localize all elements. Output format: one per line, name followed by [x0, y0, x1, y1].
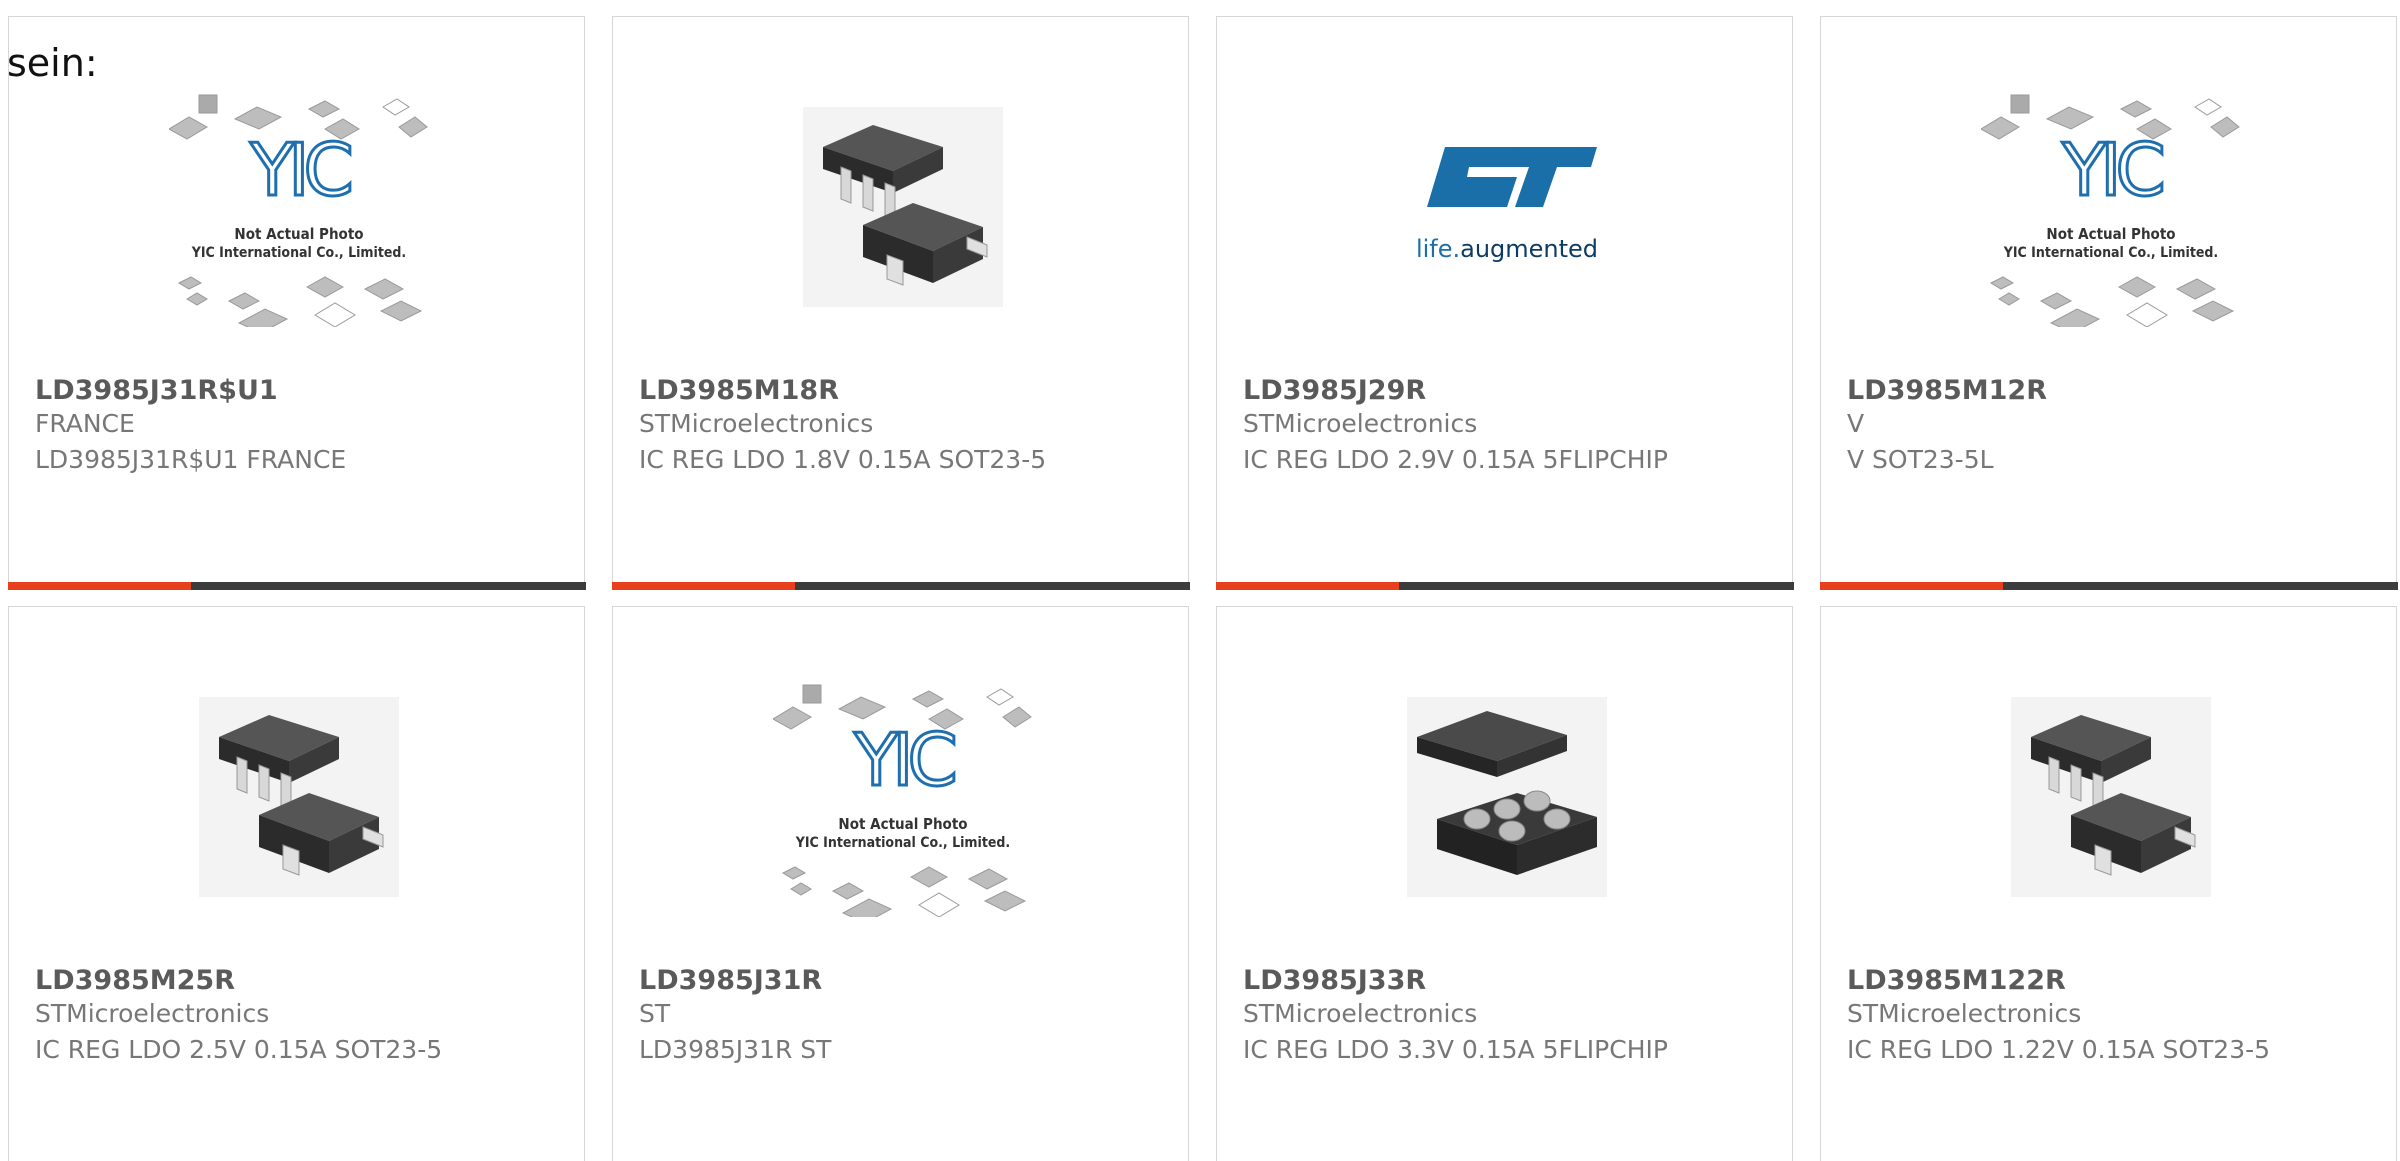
placeholder-line2: YIC International Co., Limited. [2003, 245, 2218, 261]
product-part-number[interactable]: LD3985J31R [639, 965, 822, 996]
product-description: LD3985J31R$U1 FRANCE [35, 445, 347, 474]
product-image[interactable]: YIC Not Actual Photo YIC International C… [169, 87, 429, 327]
product-manufacturer: STMicroelectronics [1243, 409, 1478, 438]
product-part-number[interactable]: LD3985J31R$U1 [35, 375, 278, 406]
product-description: IC REG LDO 3.3V 0.15A 5FLIPCHIP [1243, 1035, 1668, 1064]
placeholder-line1: Not Actual Photo [234, 225, 363, 243]
st-tagline-augmented: augmented [1460, 235, 1598, 263]
product-part-number[interactable]: LD3985J33R [1243, 965, 1426, 996]
product-card[interactable]: LD3985J33R STMicroelectronics IC REG LDO… [1216, 606, 1793, 1161]
product-description: IC REG LDO 2.9V 0.15A 5FLIPCHIP [1243, 445, 1668, 474]
svg-text:YIC: YIC [2061, 128, 2162, 212]
card-accent-bar [1215, 581, 1794, 590]
product-description: LD3985J31R ST [639, 1035, 832, 1064]
st-logo-image: life.augmented [1416, 147, 1598, 263]
product-image[interactable] [1981, 677, 2241, 917]
yic-placeholder-image: YIC Not Actual Photo YIC International C… [773, 684, 1032, 917]
sot23-package-image [2011, 697, 2211, 897]
product-description: IC REG LDO 1.22V 0.15A SOT23-5 [1847, 1035, 2271, 1064]
product-description: IC REG LDO 1.8V 0.15A SOT23-5 [639, 445, 1047, 474]
product-manufacturer: STMicroelectronics [1847, 999, 2082, 1028]
product-manufacturer: ST [639, 999, 671, 1028]
product-image[interactable]: YIC Not Actual Photo YIC International C… [1981, 87, 2241, 327]
card-accent-bar [1819, 581, 2398, 590]
product-manufacturer: FRANCE [35, 409, 135, 438]
product-card[interactable]: LD3985M18R STMicroelectronics IC REG LDO… [611, 16, 1190, 590]
placeholder-line2: YIC International Co., Limited. [191, 245, 406, 261]
product-image[interactable] [1377, 677, 1637, 917]
product-manufacturer: STMicroelectronics [639, 409, 874, 438]
product-image[interactable]: life.augmented [1377, 87, 1637, 327]
svg-text:YIC: YIC [853, 718, 954, 802]
product-part-number[interactable]: LD3985M18R [639, 375, 839, 406]
st-tagline-life: life. [1416, 235, 1460, 263]
sot23-package-image [199, 697, 399, 897]
product-image[interactable]: YIC Not Actual Photo YIC International C… [773, 677, 1033, 917]
sot23-package-image [803, 107, 1003, 307]
svg-text:YIC: YIC [249, 128, 350, 212]
product-part-number[interactable]: LD3985J29R [1243, 375, 1426, 406]
flipchip-package-image [1407, 697, 1607, 897]
yic-placeholder-image: YIC Not Actual Photo YIC International C… [1981, 94, 2240, 327]
product-card[interactable]: YIC Not Actual Photo YIC International C… [612, 606, 1189, 1161]
product-part-number[interactable]: LD3985M12R [1847, 375, 2047, 406]
placeholder-line1: Not Actual Photo [838, 815, 967, 833]
product-card[interactable]: LD3985M25R STMicroelectronics IC REG LDO… [8, 606, 585, 1161]
product-card[interactable]: LD3985M122R STMicroelectronics IC REG LD… [1820, 606, 2397, 1161]
intro-text: sein: [7, 41, 98, 85]
card-accent-bar [7, 581, 586, 590]
product-part-number[interactable]: LD3985M25R [35, 965, 235, 996]
product-card[interactable]: YIC Not Actual Photo YIC International C… [1819, 16, 2398, 590]
product-manufacturer: STMicroelectronics [35, 999, 270, 1028]
product-part-number[interactable]: LD3985M122R [1847, 965, 2066, 996]
svg-text:life.augmented: life.augmented [1416, 235, 1598, 263]
card-accent-bar [611, 581, 1190, 590]
product-grid-page: sein: YIC Not Actual Photo YIC Internati… [0, 0, 2400, 1161]
yic-placeholder-image: YIC Not Actual Photo YIC International C… [169, 94, 428, 327]
placeholder-line2: YIC International Co., Limited. [795, 835, 1010, 851]
product-description: IC REG LDO 2.5V 0.15A SOT23-5 [35, 1035, 443, 1064]
product-image[interactable] [169, 677, 429, 917]
product-description: V SOT23-5L [1847, 445, 1994, 474]
placeholder-line1: Not Actual Photo [2046, 225, 2175, 243]
product-card[interactable]: YIC Not Actual Photo YIC International C… [7, 16, 586, 590]
product-card[interactable]: life.augmented LD3985J29R STMicroelectro… [1215, 16, 1794, 590]
product-manufacturer: V [1847, 409, 1865, 438]
product-manufacturer: STMicroelectronics [1243, 999, 1478, 1028]
product-image[interactable] [773, 87, 1033, 327]
